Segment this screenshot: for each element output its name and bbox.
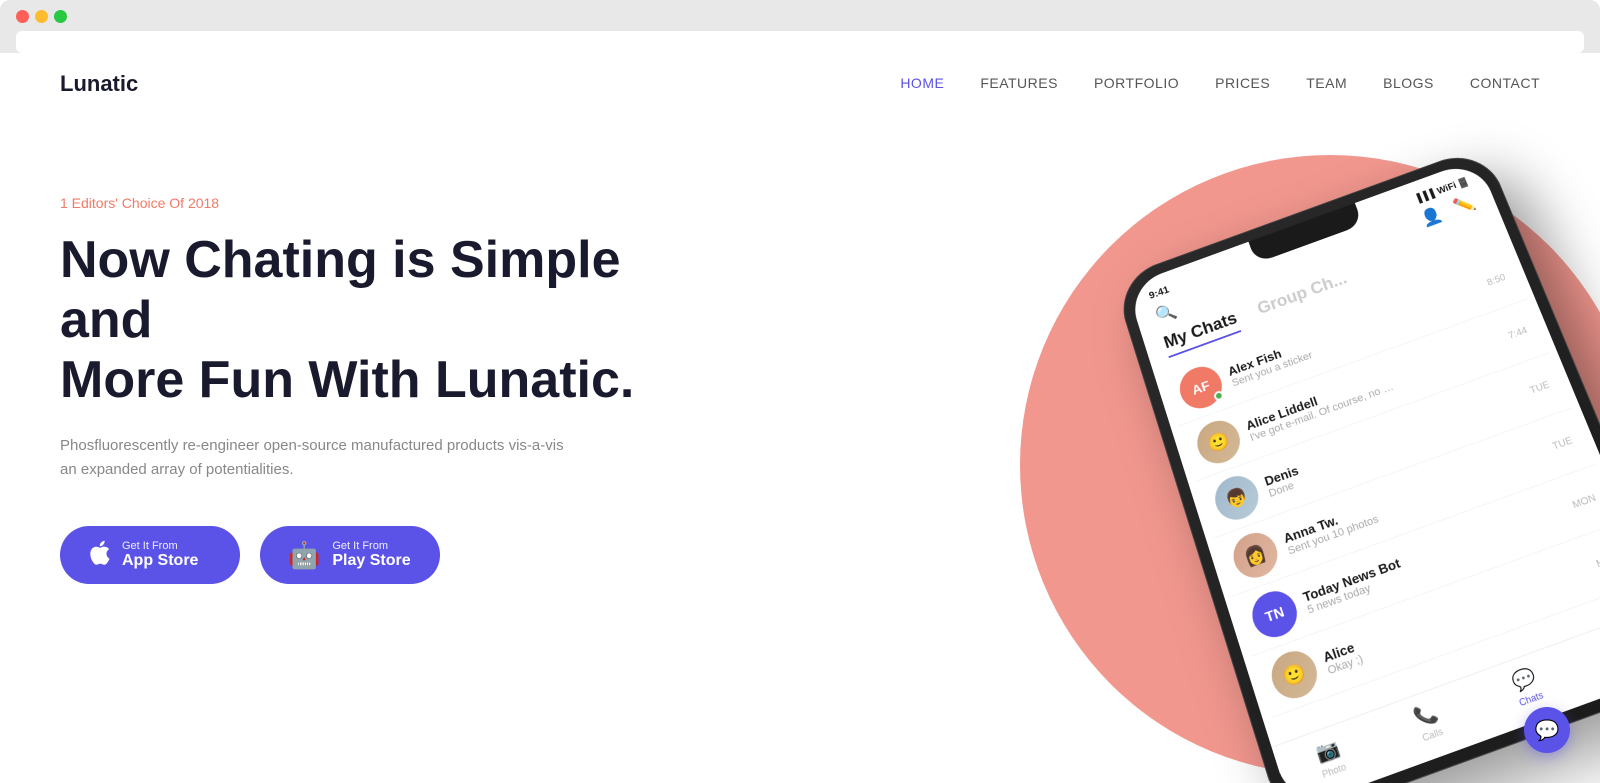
nav-link-blogs[interactable]: BLOGS — [1383, 75, 1434, 91]
avatar-al: 🙂 — [1192, 415, 1246, 470]
avatar-alice2: 🙂 — [1266, 645, 1323, 705]
profile-icon[interactable]: 👤 — [1418, 205, 1445, 230]
search-icon[interactable]: 🔍 — [1153, 301, 1179, 326]
dot-green[interactable] — [54, 10, 67, 23]
play-store-main: Play Store — [332, 552, 410, 570]
nav-link-team[interactable]: TEAM — [1306, 75, 1347, 91]
bottom-nav-chats[interactable]: 💬 Chats — [1508, 665, 1544, 708]
android-icon: 🤖 — [288, 542, 320, 568]
hero-text: 1 Editors' Choice Of 2018 Now Chating is… — [60, 155, 874, 584]
hero-title-line2: More Fun With Lunatic. — [60, 351, 634, 409]
nav-item-team[interactable]: TEAM — [1306, 75, 1347, 93]
browser-chrome — [0, 0, 1600, 53]
apple-icon — [88, 540, 110, 570]
nav-item-portfolio[interactable]: PORTFOLIO — [1094, 75, 1179, 93]
dot-red[interactable] — [16, 10, 29, 23]
app-store-pre: Get It From — [122, 540, 198, 552]
play-store-pre: Get It From — [332, 540, 410, 552]
bottom-nav-calls[interactable]: 📞 Calls — [1411, 701, 1446, 744]
hero-description: Phosfluorescently re-engineer open-sourc… — [60, 434, 580, 482]
nav-link-prices[interactable]: PRICES — [1215, 75, 1270, 91]
chat-bubble-icon: 💬 — [1535, 718, 1560, 743]
navbar: Lunatic HOME FEATURES PORTFOLIO PRICES T… — [0, 53, 1600, 115]
nav-link-portfolio[interactable]: PORTFOLIO — [1094, 75, 1179, 91]
dot-yellow[interactable] — [35, 10, 48, 23]
avatar-tn: TN — [1247, 585, 1303, 643]
avatar-de: 👦 — [1210, 470, 1264, 526]
battery-icon: ▓ — [1458, 177, 1468, 188]
address-bar[interactable] — [16, 31, 1584, 53]
avatar-wrap-af: AF — [1175, 361, 1228, 414]
play-store-button[interactable]: 🤖 Get It From Play Store — [260, 526, 440, 584]
chats-nav-icon: 💬 — [1509, 665, 1539, 695]
avatar-wrap-alice2: 🙂 — [1266, 645, 1323, 705]
hero-visual: 9:41 ▐▐▐ WiFi ▓ 🔍 👤 — [910, 95, 1600, 783]
page: Lunatic HOME FEATURES PORTFOLIO PRICES T… — [0, 53, 1600, 783]
nav-link-features[interactable]: FEATURES — [980, 75, 1058, 91]
hero-section: 1 Editors' Choice Of 2018 Now Chating is… — [0, 115, 1600, 755]
chat-time-af: 8:50 — [1486, 272, 1508, 288]
nav-links: HOME FEATURES PORTFOLIO PRICES TEAM BLOG… — [900, 75, 1540, 93]
nav-link-contact[interactable]: CONTACT — [1470, 75, 1540, 91]
avatar-wrap-de: 👦 — [1210, 470, 1264, 526]
avatar-wrap-tn: TN — [1247, 585, 1303, 643]
app-store-text: Get It From App Store — [122, 540, 198, 570]
compose-icon[interactable]: ✏️ — [1451, 193, 1478, 218]
nav-link-home[interactable]: HOME — [900, 75, 944, 91]
cta-buttons: Get It From App Store 🤖 Get It From Play… — [60, 526, 874, 584]
app-store-main: App Store — [122, 552, 198, 570]
chat-bubble-button[interactable]: 💬 — [1524, 707, 1570, 753]
calls-nav-label: Calls — [1421, 726, 1445, 744]
logo[interactable]: Lunatic — [60, 71, 138, 97]
nav-item-features[interactable]: FEATURES — [980, 75, 1058, 93]
chat-time-de: TUE — [1528, 379, 1551, 396]
hero-title: Now Chating is Simple and More Fun With … — [60, 231, 640, 410]
avatar-wrap-al: 🙂 — [1192, 415, 1246, 470]
avatar-an: 👩 — [1228, 527, 1283, 584]
nav-item-blogs[interactable]: BLOGS — [1383, 75, 1434, 93]
calls-nav-icon: 📞 — [1411, 701, 1441, 731]
nav-item-contact[interactable]: CONTACT — [1470, 75, 1540, 93]
photo-nav-icon: 📷 — [1313, 736, 1342, 766]
avatar-wrap-an: 👩 — [1228, 527, 1283, 584]
chat-time-alice2: MON — [1595, 551, 1600, 570]
chat-time-an: TUE — [1551, 435, 1574, 452]
bottom-nav-photo[interactable]: 📷 Photo — [1313, 736, 1348, 780]
app-store-button[interactable]: Get It From App Store — [60, 526, 240, 584]
play-store-text: Get It From Play Store — [332, 540, 410, 570]
hero-tagline: 1 Editors' Choice Of 2018 — [60, 195, 874, 211]
hero-title-line1: Now Chating is Simple and — [60, 231, 621, 349]
browser-dots — [16, 10, 1584, 31]
avatar-af: AF — [1175, 361, 1228, 414]
nav-item-home[interactable]: HOME — [900, 75, 944, 93]
nav-item-prices[interactable]: PRICES — [1215, 75, 1270, 93]
chat-time-al: 7:44 — [1507, 325, 1529, 341]
chat-time-tn: MON — [1571, 492, 1598, 511]
